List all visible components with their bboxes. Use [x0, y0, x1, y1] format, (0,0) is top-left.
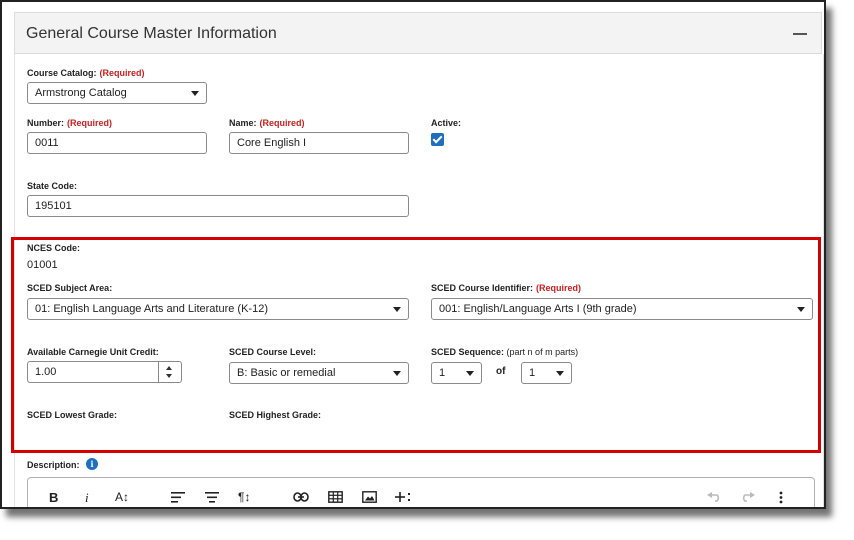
sced-course-identifier-value: 001: English/Language Arts I (9th grade) [439, 303, 637, 315]
sced-course-identifier-label-text: SCED Course Identifier: [431, 283, 534, 293]
required-marker: (Required) [67, 118, 113, 128]
panel-title: General Course Master Information [26, 25, 277, 42]
description-label: Description: [27, 460, 80, 470]
collapse-icon[interactable] [793, 33, 807, 35]
redo-icon[interactable] [740, 492, 755, 502]
sced-sequence-n-select[interactable]: 1 [431, 362, 482, 384]
active-checkbox[interactable] [431, 133, 444, 146]
bold-icon[interactable]: B [49, 490, 58, 505]
sced-subject-area-label: SCED Subject Area: [27, 283, 113, 293]
number-label: Number: (Required) [27, 118, 112, 128]
more-options-icon[interactable] [779, 491, 783, 504]
sced-course-level-value: B: Basic or remedial [237, 367, 336, 379]
carnegie-credit-value: 1.00 [35, 366, 57, 378]
link-icon[interactable] [293, 492, 309, 502]
required-marker: (Required) [259, 118, 305, 128]
name-input[interactable]: Core English I [229, 132, 409, 154]
align-center-icon[interactable] [205, 492, 219, 503]
sced-course-identifier-select[interactable]: 001: English/Language Arts I (9th grade) [431, 298, 813, 320]
sced-sequence-of-text: of [496, 366, 506, 377]
align-left-icon[interactable] [171, 492, 185, 503]
sced-sequence-m-value: 1 [529, 367, 536, 379]
sced-sequence-n-value: 1 [439, 367, 446, 379]
sced-highlight-box [11, 237, 821, 453]
spin-down-icon[interactable] [166, 374, 172, 378]
insert-more-icon[interactable] [395, 491, 411, 503]
sced-course-identifier-label: SCED Course Identifier: (Required) [431, 283, 581, 293]
name-label-text: Name: [229, 118, 257, 128]
description-editor[interactable]: B i A↕ ¶↕ [27, 477, 815, 507]
chevron-down-icon [556, 371, 564, 376]
paragraph-icon[interactable]: ¶↕ [238, 490, 250, 504]
sced-sequence-label: SCED Sequence: (part n of m parts) [431, 347, 578, 357]
sced-sequence-label-text: SCED Sequence: [431, 347, 505, 357]
state-code-input[interactable]: 195101 [27, 195, 409, 217]
carnegie-credit-input[interactable]: 1.00 [27, 361, 182, 383]
state-code-label: State Code: [27, 181, 78, 191]
sced-course-level-select[interactable]: B: Basic or remedial [229, 362, 409, 384]
course-catalog-value: Armstrong Catalog [35, 87, 127, 99]
required-marker: (Required) [536, 283, 582, 293]
name-label: Name: (Required) [229, 118, 305, 128]
font-size-icon[interactable]: A↕ [115, 490, 129, 504]
sced-course-level-label: SCED Course Level: [229, 347, 317, 357]
sced-subject-area-value: 01: English Language Arts and Literature… [35, 303, 268, 315]
table-icon[interactable] [328, 491, 343, 503]
course-catalog-select[interactable]: Armstrong Catalog [27, 82, 207, 104]
sced-highest-grade-label: SCED Highest Grade: [229, 410, 322, 420]
active-label: Active: [431, 118, 462, 128]
info-icon[interactable]: i [86, 458, 98, 470]
chevron-down-icon [393, 307, 401, 312]
sced-sequence-m-select[interactable]: 1 [521, 362, 572, 384]
spin-up-icon[interactable] [166, 366, 172, 370]
course-catalog-label: Course Catalog: (Required) [27, 68, 145, 78]
chevron-down-icon [466, 371, 474, 376]
sced-lowest-grade-label: SCED Lowest Grade: [27, 410, 118, 420]
number-spinner[interactable] [158, 362, 181, 382]
chevron-down-icon [191, 91, 199, 96]
number-input[interactable]: 0011 [27, 132, 207, 154]
undo-icon[interactable] [707, 492, 722, 502]
carnegie-credit-label: Available Carnegie Unit Credit: [27, 347, 159, 357]
required-marker: (Required) [99, 68, 145, 78]
italic-icon[interactable]: i [85, 490, 89, 506]
course-master-window: General Course Master Information Course… [0, 0, 826, 509]
image-icon[interactable] [362, 491, 377, 503]
sced-subject-area-select[interactable]: 01: English Language Arts and Literature… [27, 298, 409, 320]
nces-code-value: 01001 [27, 259, 58, 271]
course-catalog-label-text: Course Catalog: [27, 68, 97, 78]
number-label-text: Number: [27, 118, 65, 128]
sced-sequence-hint: (part n of m parts) [506, 347, 579, 357]
chevron-down-icon [393, 371, 401, 376]
panel-header: General Course Master Information [14, 12, 822, 54]
chevron-down-icon [797, 307, 805, 312]
nces-code-label: NCES Code: [27, 243, 81, 253]
